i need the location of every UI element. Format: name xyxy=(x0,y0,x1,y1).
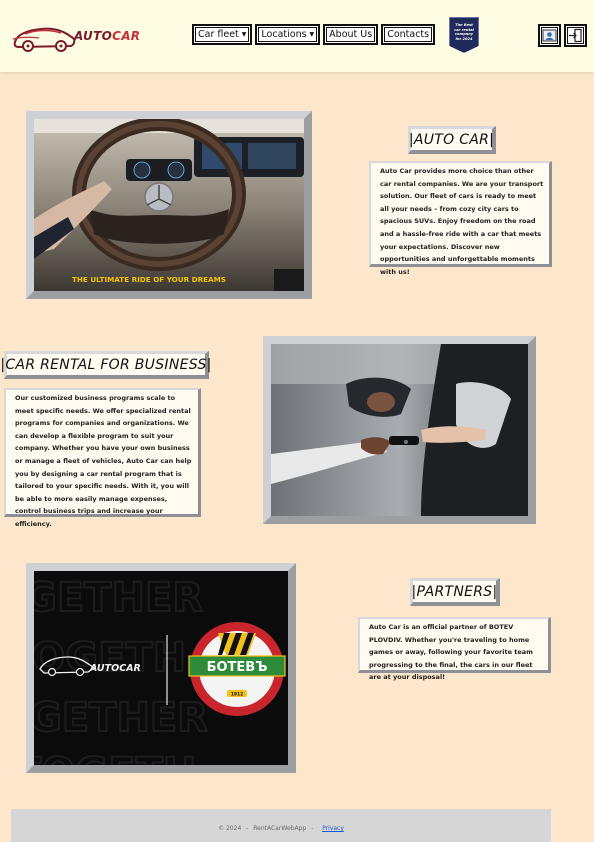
footer-copyright: © 2024 xyxy=(218,825,242,832)
partner-logo-botev: БОТЕВЪ xyxy=(207,660,268,675)
nav-car-fleet-label: Car fleet xyxy=(198,29,239,40)
site-header: AUTOCAR Car fleet ▼ Locations ▼ About Us… xyxy=(0,0,594,72)
privacy-link[interactable]: Privacy xyxy=(322,825,344,832)
user-card-icon xyxy=(542,29,557,42)
image-caption: THE ULTIMATE RIDE OF YOUR DREAMS xyxy=(72,275,226,284)
login-button[interactable] xyxy=(564,24,587,47)
site-footer: © 2024 - RentACarWebApp - Privacy xyxy=(11,809,551,842)
partner-logo-autocar: AUTOCAR xyxy=(89,663,141,674)
footer-app-name: RentACarWebApp xyxy=(253,825,307,832)
partners-image: GETHER TOGETH GETHER TOGETH AUTOCAR БОТЕ… xyxy=(26,563,296,773)
logo-wordmark[interactable]: AUTOCAR xyxy=(74,29,140,43)
main-nav: Car fleet ▼ Locations ▼ About Us Contact… xyxy=(192,24,436,45)
business-text: Our customized business programs scale t… xyxy=(4,388,201,528)
background-pattern-text: TOGETH xyxy=(34,750,196,765)
nav-car-fleet[interactable]: Car fleet ▼ xyxy=(192,24,253,45)
section-title-partners: |PARTNERS| xyxy=(410,578,500,606)
key-handover-picture xyxy=(271,344,528,516)
nav-contacts[interactable]: Contacts xyxy=(381,24,436,45)
partners-text: Auto Car is an official partner of BOTEV… xyxy=(358,617,551,681)
intro-text: Auto Car provides more choice than other… xyxy=(369,161,552,276)
car-interior-picture: THE ULTIMATE RIDE OF YOUR DREAMS xyxy=(34,119,304,291)
footer-separator: - xyxy=(246,825,249,832)
profile-button[interactable] xyxy=(538,24,561,47)
caret-down-icon: ▼ xyxy=(309,31,315,38)
background-pattern-text: GETHER xyxy=(34,695,208,741)
nav-about-us[interactable]: About Us xyxy=(323,24,379,45)
nav-locations-label: Locations xyxy=(261,29,307,40)
award-badge: The Best car rental company for 2024 xyxy=(449,17,479,53)
section-title-autocar: |AUTO CAR| xyxy=(408,126,496,154)
nav-locations[interactable]: Locations ▼ xyxy=(255,24,321,45)
nav-contacts-label: Contacts xyxy=(387,29,430,40)
background-pattern-text: GETHER xyxy=(34,575,203,621)
nav-about-us-label: About Us xyxy=(329,29,373,40)
badge-line-4: for 2024 xyxy=(455,36,473,41)
key-handover-image xyxy=(263,336,536,524)
login-icon xyxy=(569,28,582,43)
logo-text-car: CAR xyxy=(112,29,141,43)
caret-down-icon: ▼ xyxy=(241,31,247,38)
section-title-business: |CAR RENTAL FOR BUSINESS| xyxy=(0,351,211,379)
logo-text-auto: AUTO xyxy=(74,29,113,43)
steering-wheel-image: THE ULTIMATE RIDE OF YOUR DREAMS xyxy=(26,111,312,299)
partners-picture: GETHER TOGETH GETHER TOGETH AUTOCAR БОТЕ… xyxy=(34,571,288,765)
partner-logo-year: 1912 xyxy=(231,692,244,698)
footer-separator: - xyxy=(311,825,314,832)
